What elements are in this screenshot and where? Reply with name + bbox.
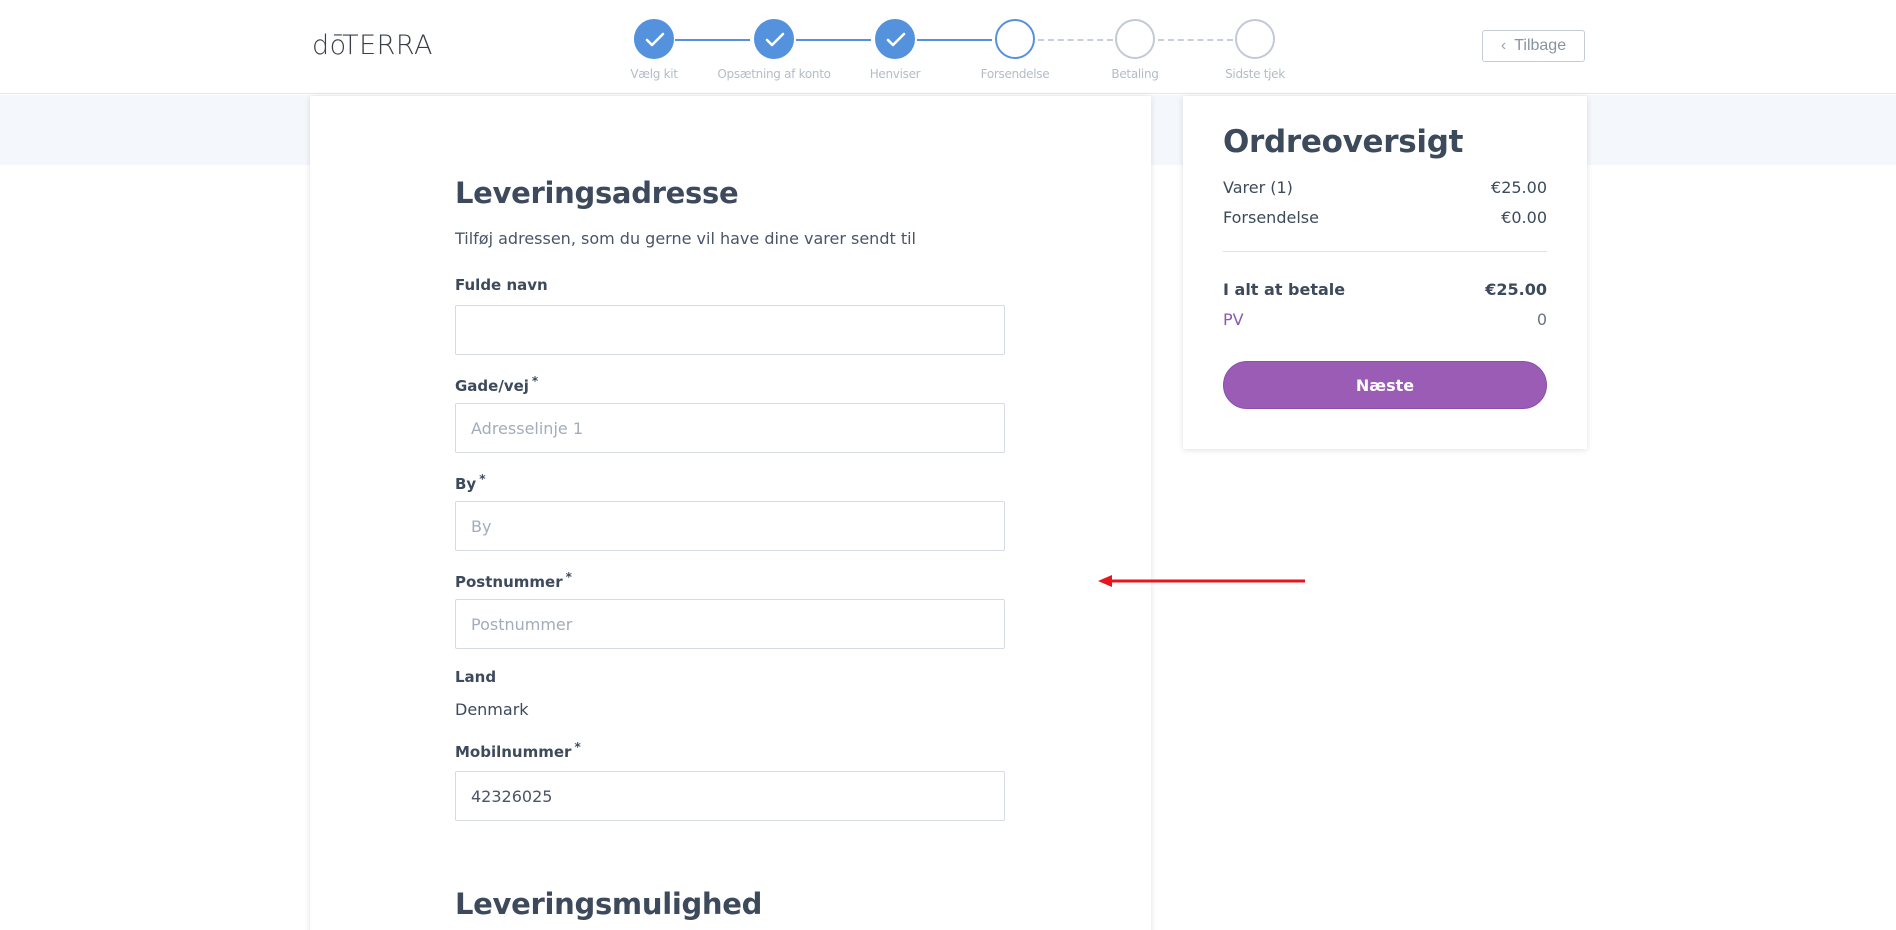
step-4-circle <box>995 19 1035 59</box>
step-connector <box>1038 39 1113 41</box>
step-connector <box>675 39 750 41</box>
shipping-address-title: Leveringsadresse <box>455 176 739 210</box>
city-input[interactable] <box>455 501 1005 551</box>
checkout-stepper: Vælg kit Opsætning af konto Henviser For… <box>0 0 1896 94</box>
step-connector <box>917 39 992 41</box>
country-value: Denmark <box>455 700 529 719</box>
step-label-referrer: Henviser <box>869 67 921 81</box>
step-label-payment: Betaling <box>1111 67 1159 81</box>
mobile-input[interactable] <box>455 771 1005 821</box>
shipping-value: €0.00 <box>1501 208 1547 227</box>
check-icon <box>886 32 906 47</box>
full-name-label: Fulde navn <box>455 276 548 294</box>
shipping-form-card: Leveringsadresse Tilføj adressen, som du… <box>310 96 1151 930</box>
check-icon <box>645 32 665 47</box>
street-label: Gade/vej * <box>455 374 539 395</box>
step-connector <box>796 39 871 41</box>
pv-value: 0 <box>1536 310 1547 329</box>
shipping-address-subtitle: Tilføj adressen, som du gerne vil have d… <box>455 229 916 248</box>
items-label: Varer (1) <box>1223 178 1293 197</box>
step-3-circle[interactable] <box>875 19 915 59</box>
mobile-label: Mobilnummer * <box>455 740 581 761</box>
pv-row: PV 0 <box>1223 310 1547 329</box>
shipping-label: Forsendelse <box>1223 208 1319 227</box>
step-6-circle <box>1235 19 1275 59</box>
step-label-choose-kit: Vælg kit <box>630 67 678 81</box>
order-summary-title: Ordreoversigt <box>1223 124 1464 160</box>
step-label-account-setup: Opsætning af konto <box>717 67 831 81</box>
items-row: Varer (1) €25.00 <box>1223 178 1547 197</box>
required-marker: * <box>479 472 486 486</box>
step-label-final-check: Sidste tjek <box>1225 67 1285 81</box>
total-label: I alt at betale <box>1223 280 1346 299</box>
total-row: I alt at betale €25.00 <box>1223 280 1547 299</box>
total-value: €25.00 <box>1485 280 1547 299</box>
full-name-input[interactable] <box>455 305 1005 355</box>
summary-divider <box>1223 251 1547 252</box>
pv-label: PV <box>1223 310 1244 329</box>
annotation-arrow-icon <box>1098 575 1305 587</box>
next-button[interactable]: Næste <box>1223 361 1547 409</box>
country-label: Land <box>455 668 497 686</box>
step-label-shipping: Forsendelse <box>980 67 1050 81</box>
step-5-circle <box>1115 19 1155 59</box>
required-marker: * <box>565 570 572 584</box>
delivery-option-title: Leveringsmulighed <box>455 887 763 921</box>
postal-code-label: Postnummer * <box>455 570 572 591</box>
step-2-circle[interactable] <box>754 19 794 59</box>
step-connector <box>1158 39 1233 41</box>
check-icon <box>765 32 785 47</box>
step-1-circle[interactable] <box>634 19 674 59</box>
required-marker: * <box>531 374 539 388</box>
postal-code-input[interactable] <box>455 599 1005 649</box>
shipping-row: Forsendelse €0.00 <box>1223 208 1547 227</box>
order-summary-card: Ordreoversigt Varer (1) €25.00 Forsendel… <box>1183 96 1587 449</box>
city-label: By * <box>455 472 486 493</box>
items-value: €25.00 <box>1491 178 1547 197</box>
required-marker: * <box>574 740 581 754</box>
street-input[interactable] <box>455 403 1005 453</box>
